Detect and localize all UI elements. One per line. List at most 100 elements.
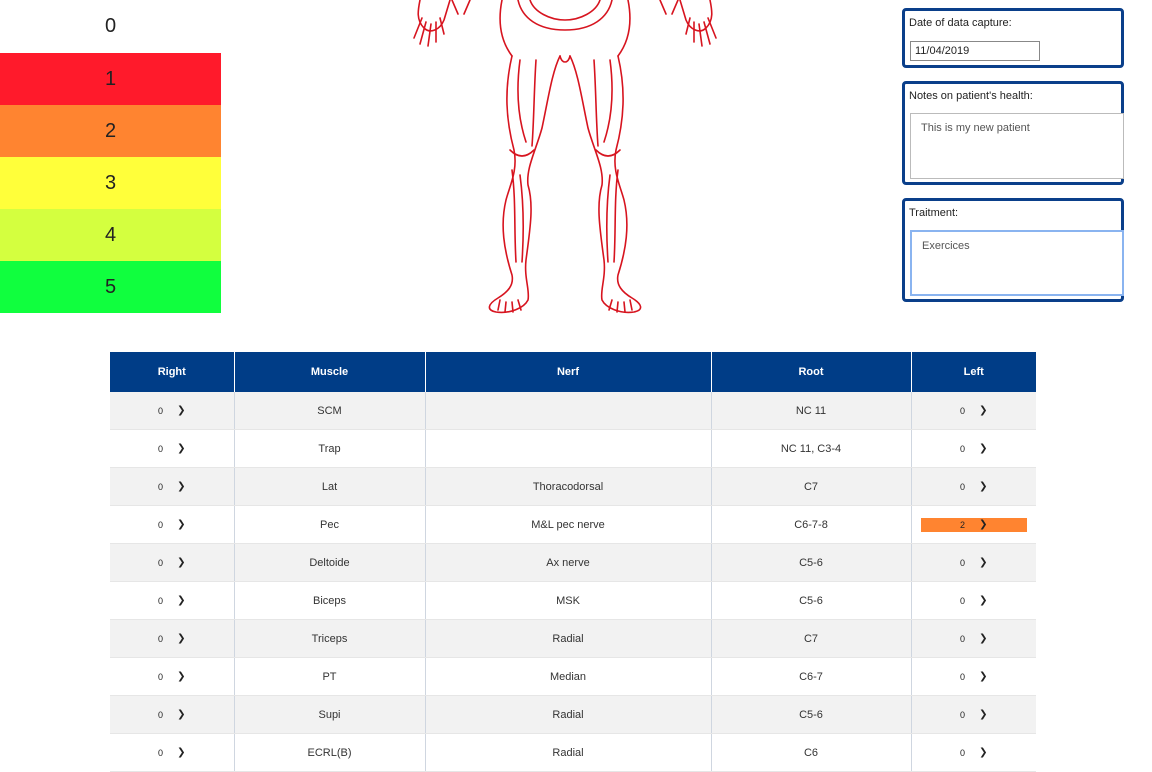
scale-level-4: 4 <box>0 209 221 261</box>
left-score-select[interactable]: 0 ❯ <box>944 556 1004 570</box>
right-score-value: 0 <box>158 519 164 530</box>
left-score-select[interactable]: 0 ❯ <box>944 594 1004 608</box>
right-score-select[interactable]: 0 ❯ <box>142 518 202 532</box>
muscle-cell: Biceps <box>234 581 426 620</box>
left-score-value: 0 <box>960 633 966 644</box>
table-header-row: Right Muscle Nerf Root Left <box>110 352 1036 392</box>
scale-level-label: 1 <box>104 67 117 90</box>
table-row: 0 ❯ Pec M&L pec nerve C6-7-8 2 ❯ <box>110 505 1036 544</box>
right-score-select[interactable]: 0 ❯ <box>142 480 202 494</box>
right-score-select[interactable]: 0 ❯ <box>142 632 202 646</box>
table-row: 0 ❯ Deltoide Ax nerve C5-6 0 ❯ <box>110 543 1036 582</box>
root-cell: NC 11, C3-4 <box>711 429 912 468</box>
nerf-cell: M&L pec nerve <box>425 505 712 544</box>
chevron-down-icon: ❯ <box>979 443 988 454</box>
nerf-cell: Ax nerve <box>425 543 712 582</box>
muscle-body-map[interactable] <box>400 0 730 318</box>
right-score-value: 0 <box>158 671 164 682</box>
right-score-value: 0 <box>158 747 164 758</box>
left-score-cell: 0 ❯ <box>911 429 1036 468</box>
right-score-select[interactable]: 0 ❯ <box>142 594 202 608</box>
date-capture-panel: Date of data capture: 11/04/2019 <box>902 8 1124 68</box>
left-score-value: 0 <box>960 595 966 606</box>
treatment-textarea[interactable]: Exercices <box>910 230 1124 296</box>
right-score-cell: 0 ❯ <box>110 619 235 658</box>
nerf-cell: Radial <box>425 695 712 734</box>
right-score-cell: 0 ❯ <box>110 543 235 582</box>
left-score-cell: 0 ❯ <box>911 581 1036 620</box>
scale-level-label: 5 <box>104 275 117 298</box>
scale-level-0: 0 <box>0 0 221 53</box>
left-score-select[interactable]: 0 ❯ <box>944 746 1004 760</box>
table-row: 0 ❯ Lat Thoracodorsal C7 0 ❯ <box>110 467 1036 506</box>
right-score-value: 0 <box>158 557 164 568</box>
muscle-cell: Supi <box>234 695 426 734</box>
left-score-select[interactable]: 2 ❯ <box>920 517 1027 532</box>
left-score-cell: 0 ❯ <box>911 392 1036 430</box>
root-cell: C5-6 <box>711 543 912 582</box>
muscle-cell: Deltoide <box>234 543 426 582</box>
strength-scale-legend: 0 1 2 3 4 5 <box>0 0 221 313</box>
right-score-value: 0 <box>158 709 164 720</box>
scale-level-5: 5 <box>0 261 221 313</box>
chevron-down-icon: ❯ <box>177 709 186 720</box>
chevron-down-icon: ❯ <box>177 557 186 568</box>
chevron-down-icon: ❯ <box>979 557 988 568</box>
right-score-cell: 0 ❯ <box>110 467 235 506</box>
chevron-down-icon: ❯ <box>979 747 988 758</box>
column-header-left: Left <box>911 352 1036 392</box>
table-row: 0 ❯ PT Median C6-7 0 ❯ <box>110 657 1036 696</box>
left-score-value: 0 <box>960 405 966 416</box>
left-score-select[interactable]: 0 ❯ <box>944 670 1004 684</box>
scale-level-1: 1 <box>0 53 221 105</box>
table-row: 0 ❯ Supi Radial C5-6 0 ❯ <box>110 695 1036 734</box>
left-score-value: 0 <box>960 747 966 758</box>
right-score-value: 0 <box>158 633 164 644</box>
root-cell: C5-6 <box>711 695 912 734</box>
nerf-cell <box>425 392 712 430</box>
muscle-cell: Pec <box>234 505 426 544</box>
chevron-down-icon: ❯ <box>979 633 988 644</box>
chevron-down-icon: ❯ <box>177 519 186 530</box>
right-score-select[interactable]: 0 ❯ <box>142 670 202 684</box>
table-row: 0 ❯ Trap NC 11, C3-4 0 ❯ <box>110 429 1036 468</box>
left-score-select[interactable]: 0 ❯ <box>944 708 1004 722</box>
nerf-cell: MSK <box>425 581 712 620</box>
left-score-value: 0 <box>960 557 966 568</box>
scale-level-label: 2 <box>104 119 117 142</box>
left-score-select[interactable]: 0 ❯ <box>944 442 1004 456</box>
right-score-select[interactable]: 0 ❯ <box>142 442 202 456</box>
right-score-cell: 0 ❯ <box>110 581 235 620</box>
right-score-cell: 0 ❯ <box>110 429 235 468</box>
chevron-down-icon: ❯ <box>177 595 186 606</box>
right-score-select[interactable]: 0 ❯ <box>142 746 202 760</box>
chevron-down-icon: ❯ <box>979 671 988 682</box>
nerf-cell: Median <box>425 657 712 696</box>
right-score-select[interactable]: 0 ❯ <box>142 708 202 722</box>
scale-level-label: 3 <box>104 171 117 194</box>
date-capture-input[interactable]: 11/04/2019 <box>910 41 1040 61</box>
left-score-cell: 0 ❯ <box>911 619 1036 658</box>
left-score-value: 0 <box>960 481 966 492</box>
right-score-cell: 0 ❯ <box>110 695 235 734</box>
right-score-select[interactable]: 0 ❯ <box>142 404 202 418</box>
right-score-value: 0 <box>158 405 164 416</box>
right-score-value: 0 <box>158 595 164 606</box>
right-score-value: 0 <box>158 481 164 492</box>
patient-notes-textarea[interactable]: This is my new patient <box>910 113 1124 179</box>
column-header-muscle: Muscle <box>234 352 426 392</box>
left-score-select[interactable]: 0 ❯ <box>944 404 1004 418</box>
right-score-select[interactable]: 0 ❯ <box>142 556 202 570</box>
left-score-select[interactable]: 0 ❯ <box>944 480 1004 494</box>
right-score-cell: 0 ❯ <box>110 657 235 696</box>
treatment-panel: Traitment: Exercices <box>902 198 1124 302</box>
patient-notes-label: Notes on patient's health: <box>909 90 1033 102</box>
root-cell: C6-7-8 <box>711 505 912 544</box>
scale-level-3: 3 <box>0 157 221 209</box>
chevron-down-icon: ❯ <box>177 671 186 682</box>
left-score-select[interactable]: 0 ❯ <box>944 632 1004 646</box>
right-score-cell: 0 ❯ <box>110 505 235 544</box>
root-cell: C7 <box>711 467 912 506</box>
date-capture-label: Date of data capture: <box>909 17 1012 29</box>
root-cell: C5-6 <box>711 581 912 620</box>
